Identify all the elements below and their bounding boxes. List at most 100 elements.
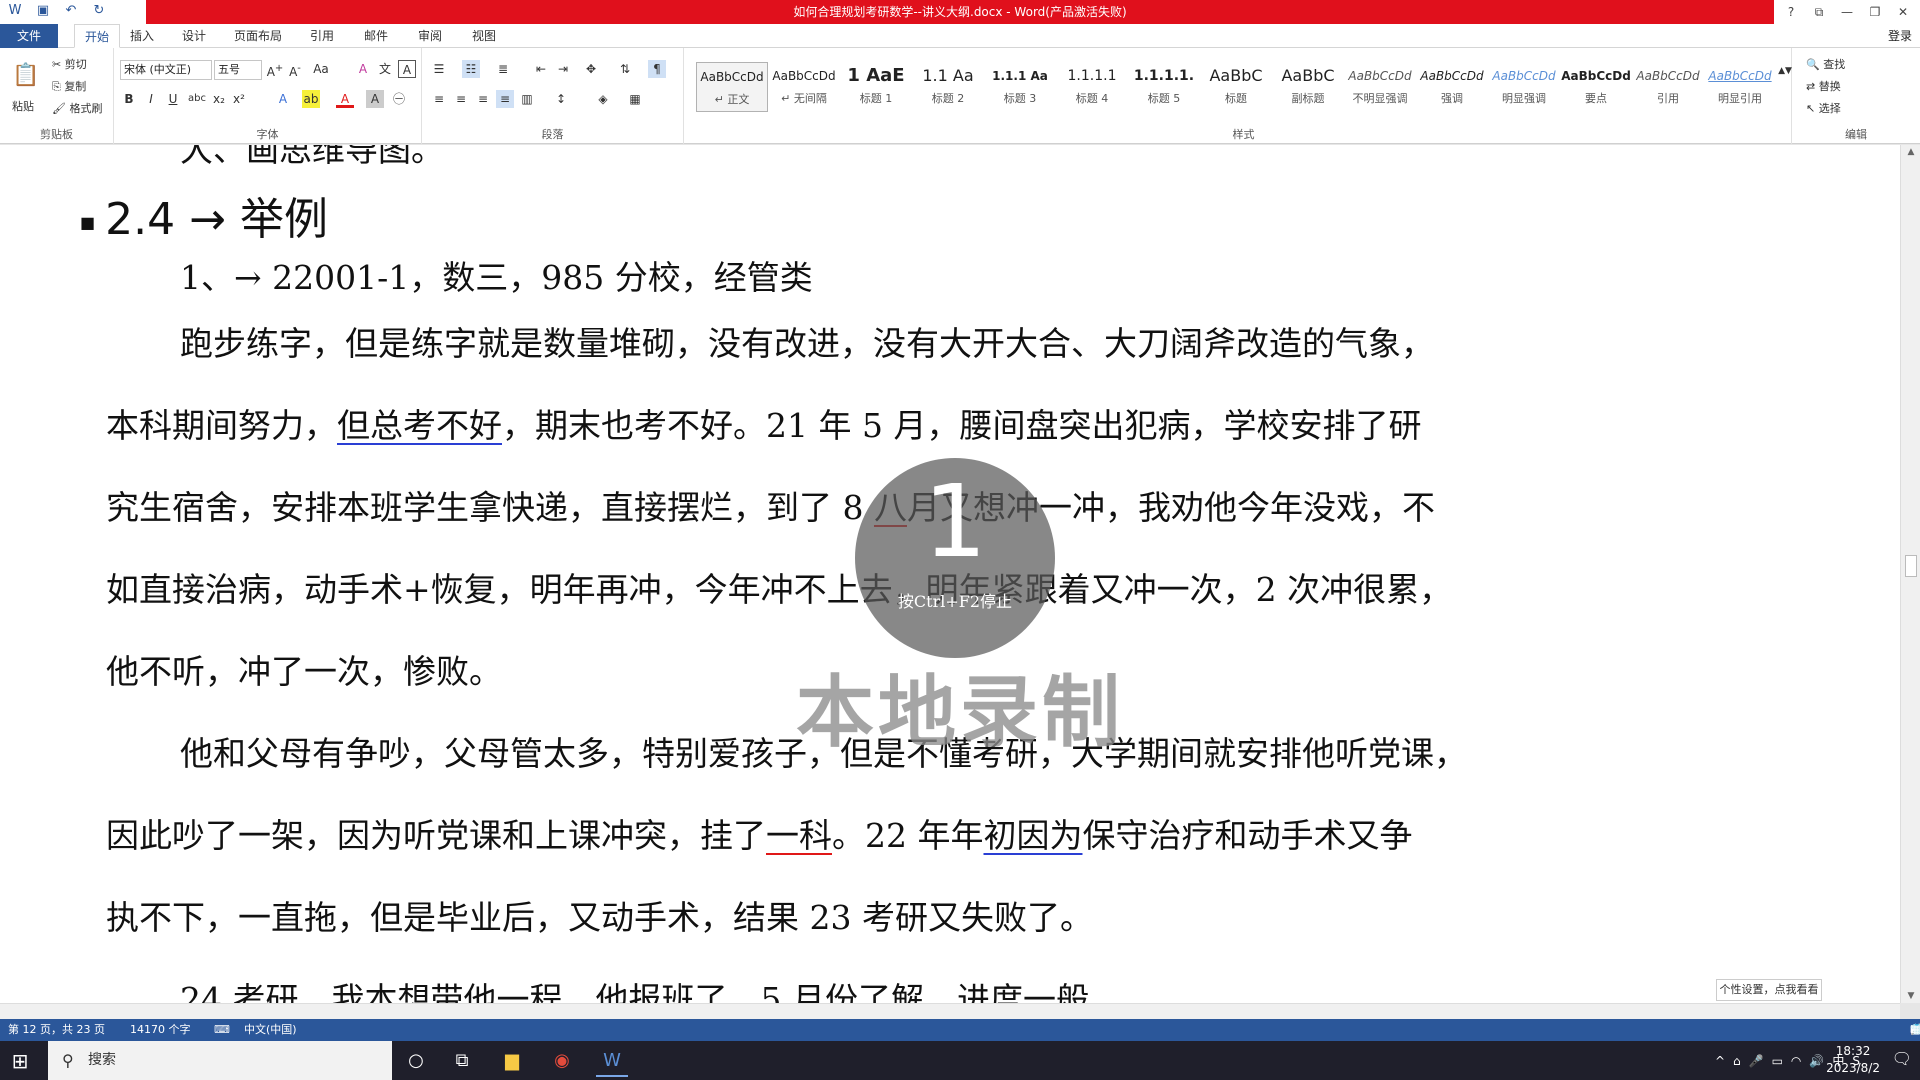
increase-indent-icon[interactable]: ⇥ [554,60,572,78]
align-right-icon[interactable]: ≡ [474,90,492,108]
style-subtle-emphasis[interactable]: AaBbCcDd 不明显强调 [1344,62,1416,112]
sort-icon[interactable]: ⇅ [616,60,634,78]
mic-tray-icon[interactable]: 🎤 [1749,1054,1764,1068]
style-no-spacing[interactable]: AaBbCcDd ↵ 无间隔 [768,62,840,112]
style-intense-emphasis[interactable]: AaBbCcDd 明显强调 [1488,62,1560,112]
minimize-button[interactable]: — [1836,5,1858,19]
document-area[interactable]: 大、画思维导图。 ■ 2.4 → 举例 1、→ 22001-1，数三，985 分校… [0,145,1900,1003]
tab-design[interactable]: 设计 [182,24,206,48]
scroll-down-icon[interactable]: ▼ [1901,991,1920,1001]
style-heading-4[interactable]: 1.1.1.1 标题 4 [1056,62,1128,112]
ribbon-display-button[interactable]: ⧉ [1808,5,1830,20]
login-link[interactable]: 登录 [1888,24,1912,48]
borders-icon[interactable]: ▦ [626,90,644,108]
chrome-icon[interactable]: ◉ [546,1045,578,1077]
copy-button[interactable]: ⎘ 复制 [52,78,86,94]
grammar-flag[interactable]: 但总考不好 [337,406,502,445]
proofing-icon[interactable]: ⌨ [214,1019,230,1041]
distributed-icon[interactable]: ▥ [518,90,536,108]
tab-insert[interactable]: 插入 [130,24,154,48]
word-count[interactable]: 14170 个字 [130,1019,191,1041]
paste-button[interactable]: 粘贴 [12,98,34,114]
notification-icon[interactable]: 🗨 [1892,1049,1912,1068]
tab-file[interactable]: 文件 [0,24,58,48]
change-case-icon[interactable]: Aa [312,60,330,78]
char-shading-icon[interactable]: A [366,90,384,108]
paste-icon[interactable]: 📋 [12,56,40,96]
personalize-button[interactable]: 个性设置，点我看看 [1716,979,1822,1001]
page-count[interactable]: 第 12 页，共 23 页 [8,1019,105,1041]
asian-layout-icon[interactable]: ✥ [582,60,600,78]
style-strong[interactable]: AaBbCcDd 要点 [1560,62,1632,112]
show-marks-icon[interactable]: ¶ [648,60,666,78]
highlight-icon[interactable]: ab [302,90,320,108]
shrink-font-icon[interactable]: A- [286,60,304,79]
tab-home[interactable]: 开始 [74,24,121,48]
language-indicator[interactable]: 中文(中国) [244,1019,297,1041]
font-name-combo[interactable]: 宋体 (中文正) [120,60,212,80]
close-button[interactable]: ✕ [1892,5,1914,19]
select-button[interactable]: ↖ 选择 [1806,100,1841,116]
word-taskbar-icon[interactable]: W [596,1045,628,1077]
redo-icon[interactable]: ↻ [90,2,108,20]
bullets-icon[interactable]: ☰ [430,60,448,78]
phonetic-guide-icon[interactable]: 文 [376,60,394,78]
strikethrough-icon[interactable]: abc [188,90,206,108]
tab-layout[interactable]: 页面布局 [234,24,282,48]
tray-expand-icon[interactable]: ^ [1715,1054,1725,1068]
grammar-flag[interactable]: 初因为 [983,816,1082,855]
tab-mailings[interactable]: 邮件 [364,24,388,48]
horizontal-scrollbar[interactable] [0,1003,1900,1019]
subscript-icon[interactable]: x₂ [210,90,228,108]
style-subtitle[interactable]: AaBbC 副标题 [1272,62,1344,112]
numbering-icon[interactable]: ☷ [462,60,480,78]
save-icon[interactable]: ▣ [34,2,52,20]
tab-review[interactable]: 审阅 [418,24,442,48]
grid-icon[interactable]: ▦ [1910,1019,1920,1041]
help-button[interactable]: ? [1780,5,1802,19]
justify-icon[interactable]: ≡ [496,90,514,108]
replace-button[interactable]: ⇄ 替换 [1806,78,1841,94]
battery-icon[interactable]: ▭ [1772,1054,1783,1068]
style-heading-2[interactable]: 1.1 Aa 标题 2 [912,62,984,112]
multilevel-list-icon[interactable]: ≣ [494,60,512,78]
align-center-icon[interactable]: ≡ [452,90,470,108]
superscript-icon[interactable]: x² [230,90,248,108]
decrease-indent-icon[interactable]: ⇤ [532,60,550,78]
task-view-icon[interactable]: ⧉ [446,1045,478,1077]
volume-icon[interactable]: 🔊 [1809,1054,1824,1068]
clock[interactable]: 18:32 2023/8/2 [1826,1043,1880,1077]
align-left-icon[interactable]: ≡ [430,90,448,108]
font-color-icon[interactable]: A [336,90,354,108]
find-button[interactable]: 🔍 查找 [1806,56,1845,72]
clear-format-icon[interactable]: A [354,60,372,78]
vertical-scrollbar[interactable]: ▲ ▼ [1900,145,1920,1003]
line-spacing-icon[interactable]: ↕ [552,90,570,108]
style-emphasis[interactable]: AaBbCcDd 强调 [1416,62,1488,112]
format-painter-button[interactable]: 🖌 格式刷 [52,100,102,116]
bold-icon[interactable]: B [120,90,138,108]
scroll-thumb[interactable] [1905,555,1917,577]
taskbar-search[interactable]: ⚲ 搜索 [48,1041,392,1080]
style-title[interactable]: AaBbC 标题 [1200,62,1272,112]
enclose-char-icon[interactable]: ㊀ [390,90,408,108]
style-heading-5[interactable]: 1.1.1.1. 标题 5 [1128,62,1200,112]
wifi-icon[interactable]: ◠ [1791,1054,1801,1068]
cortana-icon[interactable]: ○ [400,1045,432,1077]
tab-view[interactable]: 视图 [472,24,496,48]
restore-button[interactable]: ❐ [1864,5,1886,19]
italic-icon[interactable]: I [142,90,160,108]
style-heading-1[interactable]: 1 AaE 标题 1 [840,62,912,112]
spelling-flag[interactable]: 一科 [766,816,832,855]
file-explorer-icon[interactable]: ▆ [496,1045,528,1077]
grow-font-icon[interactable]: A+ [266,60,284,79]
char-border-icon[interactable]: A [398,60,416,78]
underline-icon[interactable]: U [164,90,182,108]
tab-references[interactable]: 引用 [310,24,334,48]
scroll-up-icon[interactable]: ▲ [1901,147,1920,157]
style-normal[interactable]: AaBbCcDd ↵ 正文 [696,62,768,112]
windows-start-icon[interactable]: ⊞ [8,1049,32,1073]
style-heading-3[interactable]: 1.1.1 Aa 标题 3 [984,62,1056,112]
shading-icon[interactable]: ◈ [594,90,612,108]
network-icon[interactable]: ⌂ [1733,1054,1741,1068]
